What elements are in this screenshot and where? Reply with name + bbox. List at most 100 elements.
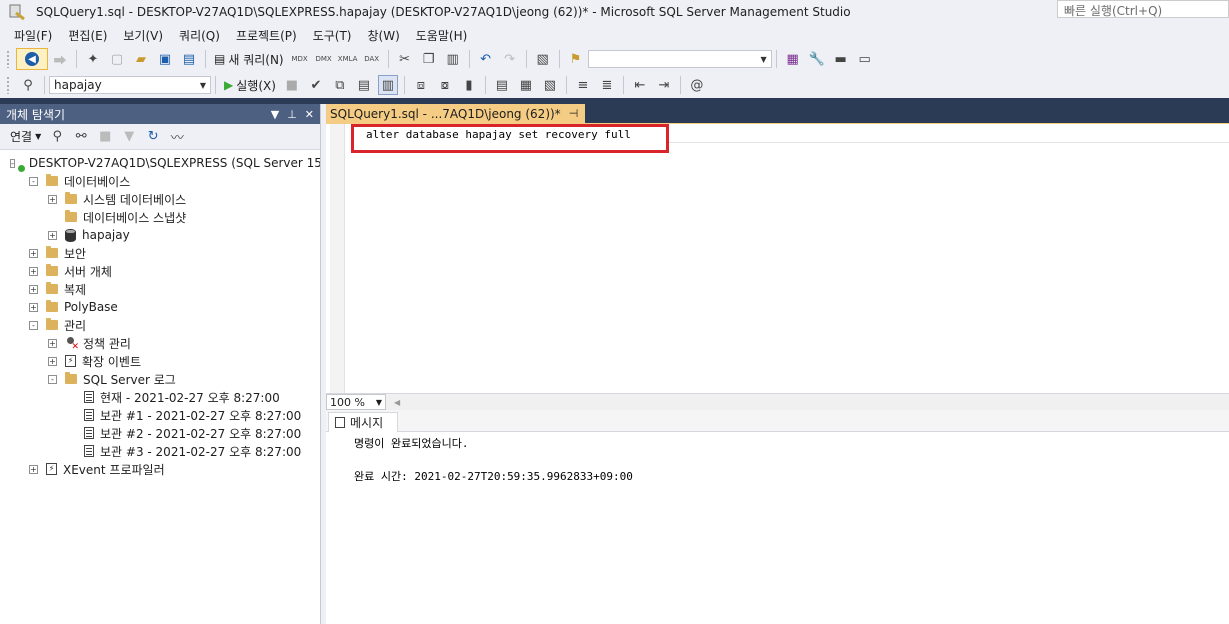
tree-node[interactable]: + PolyBase (0, 298, 320, 316)
tree-node[interactable]: + 복제 (0, 280, 320, 298)
solution-explorer-icon[interactable]: ▦ (783, 49, 803, 69)
expand-icon[interactable]: + (29, 248, 38, 258)
expand-icon[interactable]: + (29, 266, 38, 276)
navigate-back-button[interactable]: ◀ (16, 48, 48, 70)
pin-icon[interactable]: ⊣ (569, 107, 579, 120)
menu-window[interactable]: 창(W) (359, 27, 407, 44)
menu-tools[interactable]: 도구(T) (305, 27, 360, 44)
tree-node[interactable]: - DESKTOP-V27AQ1D\SQLEXPRESS (SQL Server … (0, 154, 320, 172)
tree-node[interactable]: + ⚡ 확장 이벤트 (0, 352, 320, 370)
paste-icon[interactable]: ▥ (443, 49, 463, 69)
menu-help[interactable]: 도움말(H) (408, 27, 476, 44)
expand-icon[interactable]: + (48, 356, 57, 366)
estimated-plan-icon[interactable]: ⧉ (330, 75, 350, 95)
undo-icon[interactable]: ↶ (476, 49, 496, 69)
quick-launch-input[interactable]: 빠른 실행(Ctrl+Q) (1057, 0, 1229, 18)
menu-file[interactable]: 파일(F) (6, 27, 60, 44)
tree-node[interactable]: 보관 #1 - 2021-02-27 오후 8:27:00 (0, 406, 320, 424)
tree-node[interactable]: + 보안 (0, 244, 320, 262)
command-window-icon[interactable]: ▭ (855, 49, 875, 69)
xmla-query-icon[interactable]: XMLA (338, 49, 358, 69)
redo-icon[interactable]: ↷ (500, 49, 520, 69)
tree-node[interactable]: + 서버 개체 (0, 262, 320, 280)
tab-messages[interactable]: 메시지 (328, 412, 398, 432)
tree-node[interactable]: + ⚡ XEvent 프로파일러 (0, 460, 320, 478)
expand-icon[interactable]: + (29, 284, 38, 294)
parse-checkmark-icon[interactable]: ✔ (306, 75, 326, 95)
add-item-icon[interactable]: ▢ (107, 49, 127, 69)
scroll-left-icon[interactable]: ◀ (394, 398, 400, 407)
navigate-forward-icon[interactable]: ⮕ (50, 49, 70, 69)
menu-project[interactable]: 프로젝트(P) (228, 27, 305, 44)
tree-node[interactable]: + 정책 관리 (0, 334, 320, 352)
specify-template-values-icon[interactable]: @ (687, 75, 707, 95)
tree-node[interactable]: - 데이터베이스 (0, 172, 320, 190)
toolbar-grip[interactable] (6, 76, 10, 94)
activity-monitor-icon[interactable]: ▧ (533, 49, 553, 69)
mdx-query-icon[interactable]: MDX (290, 49, 310, 69)
live-stats-icon[interactable]: ⧇ (435, 75, 455, 95)
results-to-grid-icon[interactable]: ▦ (516, 75, 536, 95)
toolbar-grip[interactable] (6, 50, 10, 68)
stop-icon[interactable]: ■ (95, 127, 115, 147)
dax-query-icon[interactable]: DAX (362, 49, 382, 69)
comment-icon[interactable]: ≡ (573, 75, 593, 95)
query-editor[interactable]: alter database hapajay set recovery full (326, 123, 1229, 394)
tree-node[interactable]: 보관 #2 - 2021-02-27 오후 8:27:00 (0, 424, 320, 442)
available-databases-select[interactable]: hapajay ▼ (49, 76, 211, 94)
actual-plan-icon[interactable]: ⧈ (411, 75, 431, 95)
results-to-file-alt-icon[interactable]: ▧ (540, 75, 560, 95)
increase-indent-icon[interactable]: ⇥ (654, 75, 674, 95)
pin-icon[interactable]: ⊥ (287, 108, 297, 121)
results-to-file-icon[interactable]: ▥ (377, 75, 398, 95)
tree-node[interactable]: 보관 #3 - 2021-02-27 오후 8:27:00 (0, 442, 320, 460)
collapse-icon[interactable]: - (29, 320, 38, 330)
dmx-query-icon[interactable]: DMX (314, 49, 334, 69)
disconnect-icon[interactable]: ⚯ (71, 127, 91, 147)
save-all-icon[interactable]: ▤ (179, 49, 199, 69)
expand-icon[interactable]: + (48, 194, 57, 204)
find-combo[interactable]: ▼ (587, 50, 772, 68)
tab-sqlquery1[interactable]: SQLQuery1.sql - ...7AQ1D\jeong (62))* ⊣ … (326, 104, 585, 123)
collapse-icon[interactable]: - (48, 374, 57, 384)
toolbox-icon[interactable]: ▬ (831, 49, 851, 69)
connect-icon[interactable]: ⚲ (18, 75, 38, 95)
connect-plug-icon[interactable]: ⚲ (47, 127, 67, 147)
menu-query[interactable]: 쿼리(Q) (171, 27, 228, 44)
stop-icon[interactable]: ■ (282, 75, 302, 95)
menu-view[interactable]: 보기(V) (115, 27, 171, 44)
tree-node[interactable]: 현재 - 2021-02-27 오후 8:27:00 (0, 388, 320, 406)
results-to-text-icon[interactable]: ▤ (492, 75, 512, 95)
tree-node[interactable]: - SQL Server 로그 (0, 370, 320, 388)
decrease-indent-icon[interactable]: ⇤ (630, 75, 650, 95)
expand-icon[interactable]: + (48, 230, 57, 240)
open-file-icon[interactable]: ▰ (131, 49, 151, 69)
execute-button[interactable]: ▶ 실행(X) (224, 77, 276, 94)
tree-node[interactable]: 데이터베이스 스냅샷 (0, 208, 320, 226)
collapse-icon[interactable]: - (29, 176, 38, 186)
close-icon[interactable]: ✕ (305, 108, 314, 121)
expand-icon[interactable]: + (29, 464, 38, 474)
query-designer-icon[interactable]: ▤ (354, 75, 374, 95)
copy-icon[interactable]: ❐ (419, 49, 439, 69)
cut-icon[interactable]: ✂ (395, 49, 415, 69)
client-stats-icon[interactable]: ▮ (459, 75, 479, 95)
tree-node[interactable]: + hapajay (0, 226, 320, 244)
zoom-select[interactable]: 100 % ▼ (326, 394, 386, 410)
expand-icon[interactable]: + (48, 338, 57, 348)
filter-icon[interactable]: ▼ (119, 127, 139, 147)
find-in-files-icon[interactable]: ⚑ (566, 49, 586, 69)
save-icon[interactable]: ▣ (155, 49, 175, 69)
activity-monitor-icon[interactable]: 〰 (167, 127, 187, 147)
expand-icon[interactable]: + (29, 302, 38, 312)
collapse-icon[interactable]: - (10, 158, 15, 168)
refresh-icon[interactable]: ↻ (143, 127, 163, 147)
new-query-button[interactable]: ▤ 새 쿼리(N) (214, 51, 284, 68)
properties-wrench-icon[interactable]: 🔧 (807, 49, 827, 69)
menu-edit[interactable]: 편집(E) (60, 27, 115, 44)
uncomment-icon[interactable]: ≣ (597, 75, 617, 95)
panel-menu-icon[interactable]: ▼ (271, 108, 279, 121)
tree-node[interactable]: - 관리 (0, 316, 320, 334)
tree-node[interactable]: + 시스템 데이터베이스 (0, 190, 320, 208)
new-project-icon[interactable]: ✦ (83, 49, 103, 69)
